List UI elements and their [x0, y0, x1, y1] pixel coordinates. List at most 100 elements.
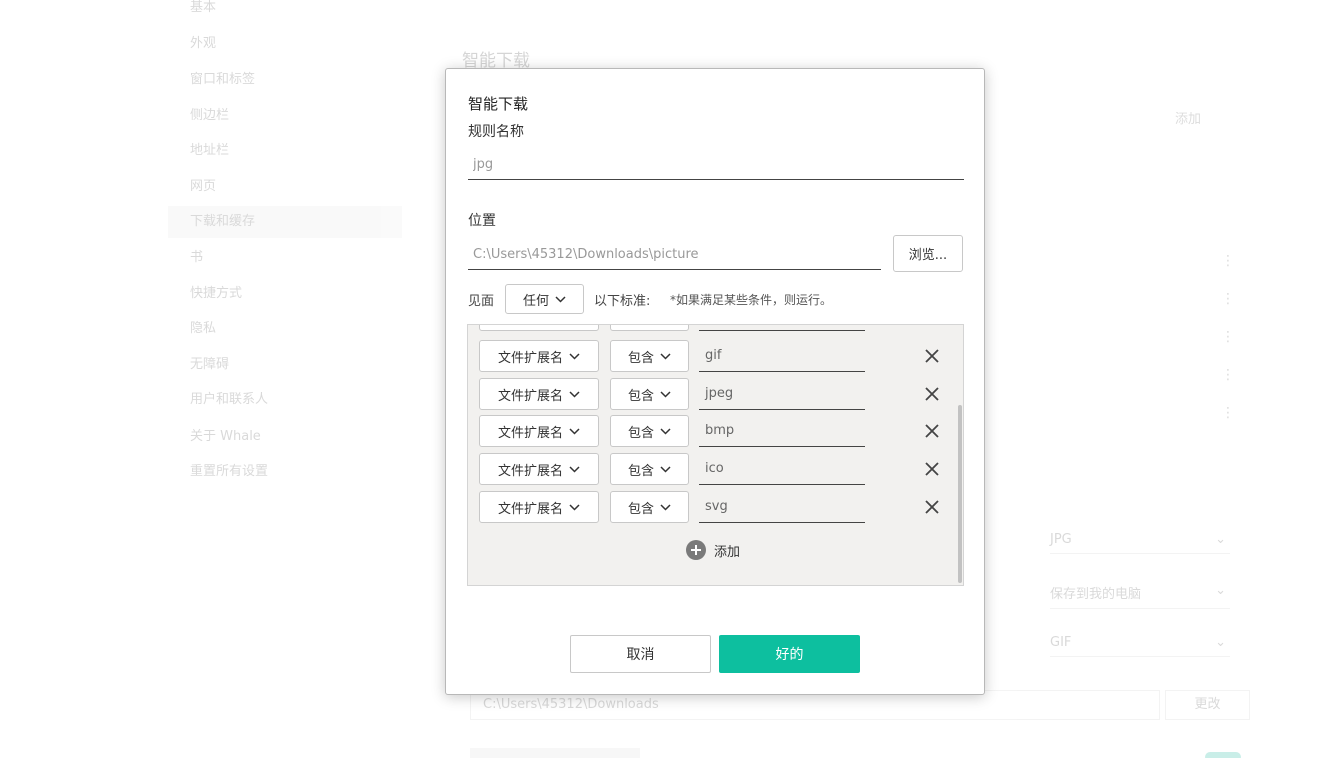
rule-operator-value: 包含 [627, 425, 654, 441]
rule-value-input[interactable]: gif [699, 340, 865, 372]
chevron-down-icon: ⌄ [1215, 635, 1226, 650]
nav-item: 窗口和标签 [190, 72, 256, 87]
condition-note: *如果满足某些条件，则运行。 [670, 293, 833, 307]
rule-operator-dropdown[interactable]: 包含 [610, 340, 689, 372]
location-label: 位置 [468, 213, 496, 229]
active-nav-highlight [168, 206, 402, 238]
rule-operator-value: 包含 [627, 388, 654, 404]
chevron-down-icon [569, 390, 580, 398]
rule-type-dropdown[interactable]: 文件扩展名 [479, 415, 599, 447]
delete-rule-button[interactable] [922, 346, 942, 366]
nav-item: 快捷方式 [190, 286, 243, 301]
smart-download-dialog: 智能下载 规则名称 位置 浏览... 见面 任何 以下标准: *如果满足某些条件… [445, 68, 985, 695]
delete-rule-button[interactable] [922, 459, 942, 479]
delete-rule-button[interactable] [922, 384, 942, 404]
close-icon [925, 349, 939, 363]
background-add-link: 添加 [1175, 112, 1202, 127]
location-field [468, 240, 881, 270]
rule-row: 文件扩展名 包含 gif [468, 340, 963, 372]
ok-button[interactable]: 好的 [719, 635, 860, 673]
rule-type-dropdown[interactable]: 文件扩展名 [479, 491, 599, 523]
rule-operator-dropdown[interactable]: 包含 [610, 491, 689, 523]
more-icon: ⋮ [1221, 253, 1235, 269]
rule-name-field [468, 150, 964, 180]
rule-type-value: 文件扩展名 [497, 501, 563, 517]
rule-value-input[interactable]: svg [699, 491, 865, 523]
rule-type-dropdown[interactable]: 文件扩展名 [479, 378, 599, 410]
nav-item: 隐私 [190, 321, 217, 336]
match-mode-dropdown[interactable]: 任何 [505, 284, 584, 314]
rule-type-dropdown[interactable]: 文件扩展名 [479, 325, 599, 331]
nav-item: 下载和缓存 [190, 214, 256, 229]
rule-operator-dropdown[interactable]: 包含 [610, 325, 689, 331]
nav-item: 书 [190, 250, 204, 265]
chevron-down-icon [660, 427, 671, 435]
chevron-down-icon [660, 465, 671, 473]
background-toggle [1205, 752, 1241, 758]
chevron-down-icon [660, 503, 671, 511]
rule-operator-dropdown[interactable]: 包含 [610, 415, 689, 447]
chevron-down-icon [569, 503, 580, 511]
dialog-title: 智能下载 [468, 95, 529, 113]
rule-type-dropdown[interactable]: 文件扩展名 [479, 340, 599, 372]
rule-value-input[interactable]: bmp [699, 415, 865, 447]
rule-operator-value: 包含 [627, 501, 654, 517]
rule-type-dropdown[interactable]: 文件扩展名 [479, 453, 599, 485]
more-icon: ⋮ [1221, 329, 1235, 345]
background-select: 保存到我的电脑 ⌄ [1050, 583, 1230, 609]
rule-type-value: 文件扩展名 [497, 388, 563, 404]
background-select: JPG ⌄ [1050, 532, 1230, 554]
rule-type-value: 文件扩展名 [497, 425, 563, 441]
rule-name-input[interactable] [468, 150, 964, 179]
rules-scrollbar[interactable] [958, 405, 962, 583]
condition-middle: 以下标准: [594, 294, 651, 309]
rule-row: 文件扩展名 包含 ico [468, 453, 963, 485]
rule-operator-dropdown[interactable]: 包含 [610, 453, 689, 485]
cancel-button[interactable]: 取消 [570, 635, 711, 673]
rule-name-label: 规则名称 [468, 124, 524, 140]
close-icon [925, 424, 939, 438]
more-icon: ⋮ [1221, 367, 1235, 383]
rule-row: 文件扩展名 包含 [468, 325, 963, 331]
background-bottom-text [470, 748, 640, 758]
condition-prefix: 见面 [468, 294, 495, 309]
rule-operator-value: 包含 [627, 350, 654, 366]
more-icon: ⋮ [1221, 405, 1235, 421]
add-rule-button[interactable]: 添加 [686, 540, 740, 560]
chevron-down-icon [555, 295, 566, 303]
rule-row: 文件扩展名 包含 bmp [468, 415, 963, 447]
plus-circle-icon [686, 540, 706, 560]
close-icon [925, 500, 939, 514]
rule-operator-value: 包含 [627, 463, 654, 479]
chevron-down-icon [660, 352, 671, 360]
chevron-down-icon [569, 352, 580, 360]
nav-item: 外观 [190, 36, 217, 51]
nav-item: 用户和联系人 [190, 392, 269, 407]
rule-value-input[interactable]: jpeg [699, 378, 865, 410]
match-mode-value: 任何 [522, 293, 549, 309]
background-select: GIF ⌄ [1050, 635, 1230, 657]
nav-item: 地址栏 [190, 143, 230, 158]
rule-row: 文件扩展名 包含 jpeg [468, 378, 963, 410]
rules-list: 文件扩展名 包含 文件扩展名 包含 gif 文件扩展名 [467, 324, 964, 586]
rule-value-input[interactable] [699, 325, 865, 331]
chevron-down-icon [660, 390, 671, 398]
nav-item: 无障碍 [190, 357, 230, 372]
chevron-down-icon [569, 465, 580, 473]
rule-value-input[interactable]: ico [699, 453, 865, 485]
nav-item: 重置所有设置 [190, 464, 269, 479]
rule-type-value: 文件扩展名 [497, 350, 563, 366]
nav-item: 关于 Whale [190, 429, 261, 444]
browse-button[interactable]: 浏览... [893, 235, 963, 272]
location-input[interactable] [468, 240, 881, 269]
background-change-button: 更改 [1165, 690, 1250, 720]
nav-item: 网页 [190, 179, 217, 194]
rule-operator-dropdown[interactable]: 包含 [610, 378, 689, 410]
delete-rule-button[interactable] [922, 497, 942, 517]
delete-rule-button[interactable] [922, 421, 942, 441]
more-icon: ⋮ [1221, 291, 1235, 307]
add-rule-label: 添加 [714, 544, 741, 560]
close-icon [925, 387, 939, 401]
close-icon [925, 462, 939, 476]
chevron-down-icon [569, 427, 580, 435]
